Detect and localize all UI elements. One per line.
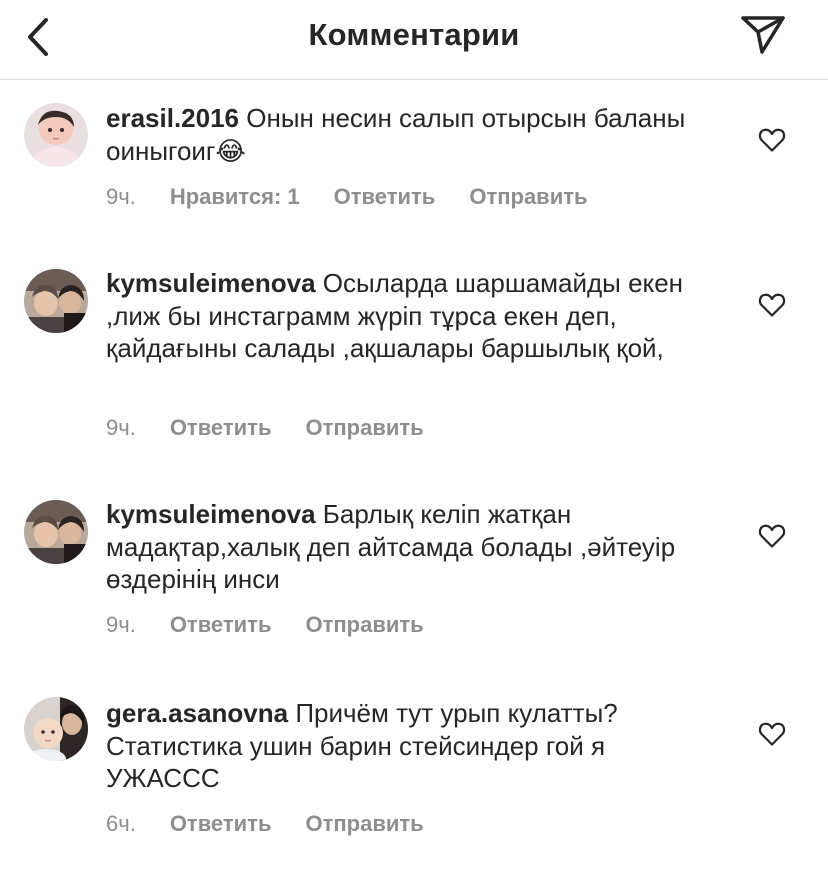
send-button[interactable]: Отправить bbox=[305, 612, 423, 638]
comment-body: kymsuleimenova Барлық келіп жатқан мадақ… bbox=[106, 498, 716, 596]
send-button[interactable]: Отправить bbox=[469, 184, 587, 210]
avatar[interactable] bbox=[24, 500, 88, 564]
share-button[interactable] bbox=[738, 12, 788, 58]
send-button[interactable]: Отправить bbox=[305, 415, 423, 441]
reply-button[interactable]: Ответить bbox=[334, 184, 436, 210]
heart-icon bbox=[758, 293, 786, 317]
comment-username[interactable]: kymsuleimenova bbox=[106, 268, 316, 298]
comment-meta: 9ч. Нравится: 1 Ответить Отправить bbox=[106, 184, 622, 210]
comment-meta: 6ч. Ответить Отправить bbox=[106, 811, 458, 837]
comment-meta: 9ч. Ответить Отправить bbox=[106, 612, 458, 638]
comment-time: 9ч. bbox=[106, 184, 136, 209]
reply-button[interactable]: Ответить bbox=[170, 415, 272, 441]
heart-icon bbox=[758, 524, 786, 548]
header-bar: Комментарии bbox=[0, 0, 828, 80]
like-button[interactable] bbox=[758, 721, 786, 747]
comment-time: 9ч. bbox=[106, 415, 136, 440]
avatar[interactable] bbox=[24, 697, 88, 761]
comment-body: erasil.2016 Онын несин салып отырсын бал… bbox=[106, 102, 716, 167]
comment-username[interactable]: erasil.2016 bbox=[106, 103, 239, 133]
avatar[interactable] bbox=[24, 103, 88, 167]
heart-icon bbox=[758, 722, 786, 746]
comment-meta: 9ч. Ответить Отправить bbox=[106, 415, 458, 441]
page-title: Комментарии bbox=[308, 17, 520, 52]
heart-icon bbox=[758, 128, 786, 152]
send-button[interactable]: Отправить bbox=[305, 811, 423, 837]
reply-button[interactable]: Ответить bbox=[170, 811, 272, 837]
comment-username[interactable]: kymsuleimenova bbox=[106, 499, 316, 529]
likes-count-link[interactable]: Нравится: 1 bbox=[170, 184, 300, 210]
comment-username[interactable]: gera.asanovna bbox=[106, 698, 288, 728]
comment-body: gera.asanovna Причём тут урып кулатты? С… bbox=[106, 697, 716, 795]
avatar[interactable] bbox=[24, 269, 88, 333]
like-button[interactable] bbox=[758, 127, 786, 153]
reply-button[interactable]: Ответить bbox=[170, 612, 272, 638]
comment-time: 9ч. bbox=[106, 612, 136, 637]
paper-plane-icon bbox=[741, 16, 785, 54]
comment-body: kymsuleimenova Осыларда шаршамайды екен … bbox=[106, 267, 716, 365]
like-button[interactable] bbox=[758, 523, 786, 549]
like-button[interactable] bbox=[758, 292, 786, 318]
comment-time: 6ч. bbox=[106, 811, 136, 836]
